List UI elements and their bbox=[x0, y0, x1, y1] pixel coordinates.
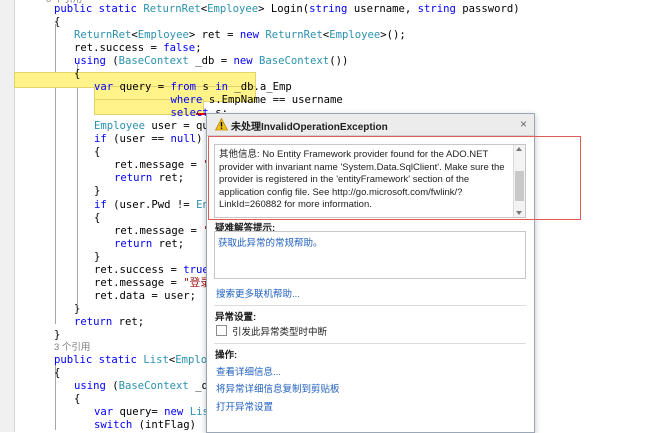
dialog-title: 未处理InvalidOperationException bbox=[231, 122, 388, 133]
code-line: ret.data = user; bbox=[94, 290, 197, 302]
code-line: return ret; bbox=[114, 238, 185, 250]
search-online-help-link[interactable]: 搜索更多联机帮助... bbox=[216, 286, 300, 300]
code-line: { bbox=[94, 212, 101, 224]
close-icon[interactable]: × bbox=[520, 117, 527, 131]
copy-details-link[interactable]: 将异常详细信息复制到剪贴板 bbox=[216, 381, 340, 395]
dialog-title-bar: 未处理InvalidOperationException × bbox=[207, 114, 534, 136]
code-line: { bbox=[74, 68, 81, 80]
warning-icon bbox=[215, 118, 228, 131]
divider bbox=[214, 305, 526, 306]
actions-header: 操作: bbox=[215, 350, 238, 361]
code-line: { bbox=[74, 393, 81, 405]
open-exception-settings-link[interactable]: 打开异常设置 bbox=[216, 399, 273, 413]
tips-box: 获取此异常的常规帮助。 bbox=[214, 231, 526, 279]
exception-settings-header: 异常设置: bbox=[215, 312, 257, 323]
code-line: { bbox=[54, 16, 61, 28]
general-help-link[interactable]: 获取此异常的常规帮助。 bbox=[218, 235, 323, 249]
code-line: return ret; bbox=[74, 316, 145, 328]
code-line: { bbox=[54, 367, 61, 379]
code-line: return ret; bbox=[114, 172, 185, 184]
code-line: if (user == null) bbox=[94, 133, 203, 145]
divider-2 bbox=[214, 343, 526, 344]
code-line: switch (intFlag) bbox=[94, 419, 197, 431]
code-line: public static ReturnRet<Employee> Login(… bbox=[54, 3, 520, 15]
break-on-exception-label: 引发此异常类型时中断 bbox=[232, 327, 328, 338]
code-line: } bbox=[94, 185, 101, 197]
annotation-red-frame bbox=[208, 136, 581, 220]
code-line: using (BaseContext _db = new BaseContext… bbox=[74, 55, 349, 67]
code-line: { bbox=[94, 146, 101, 158]
view-details-link[interactable]: 查看详细信息... bbox=[216, 364, 281, 378]
break-on-exception-checkbox[interactable] bbox=[216, 325, 227, 336]
